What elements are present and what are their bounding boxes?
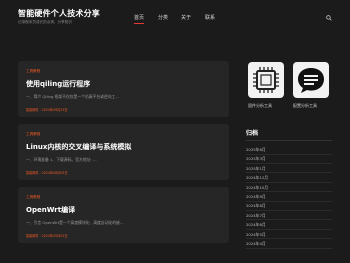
post-excerpt: 一、引言 OpenWrt是一个高度模块化、高度自动化的嵌… [26,220,124,225]
nav-item-home[interactable]: 首页 [134,14,145,24]
widget-label[interactable]: 固件分析工具 [248,103,272,109]
post-category[interactable]: 工具教程 [26,195,40,200]
divider [246,172,332,174]
post-title[interactable]: 使用qiling运行程序 [26,79,90,89]
divider [246,191,332,193]
archive-title: 归档 [246,130,259,137]
divider [246,210,332,211]
divider [246,219,332,221]
divider [246,228,332,230]
widget-label[interactable]: 配置分析工具 [293,103,317,109]
archive-item[interactable]: 2024年4月 [246,241,332,247]
site-header: 智能硬件个人技术分享 记录程序员成长的点滴，分享知识 首页 分类 关于 联系 [0,0,350,36]
divider [246,181,332,183]
site-title[interactable]: 智能硬件个人技术分享 [18,8,100,19]
archive-item[interactable]: 2025年3月 [246,156,332,162]
post-title[interactable]: Linux内核的交叉编译与系统模拟 [26,142,131,152]
nav-item-contact[interactable]: 联系 [205,14,215,21]
post-meta: 智能硬件 · 2024年08月05日 [26,171,68,175]
archive-item[interactable]: 2024年6月 [246,222,332,228]
divider [246,163,332,164]
divider [246,238,332,240]
post-meta: 智能硬件 · 2024年05月01日 [26,234,68,238]
archive-item[interactable]: 2025年1月 [246,166,332,172]
divider [246,247,332,249]
post-title[interactable]: OpenWrt编译 [26,205,75,215]
archive-item[interactable]: 2024年5月 [246,232,332,238]
archive-item[interactable]: 2024年9月 [246,194,332,200]
post-card[interactable]: 工具教程 使用qiling运行程序 一、简介 Qiling 框架不仅仅是一个仿真… [18,61,229,117]
post-card[interactable]: 工具教程 Linux内核的交叉编译与系统模拟 一、环境准备 1、下载源码。官方地… [18,124,229,180]
divider [246,140,332,141]
post-excerpt: 一、简介 Qiling 框架不仅仅是一个仿真平台或逆向工… [26,94,120,99]
post-category[interactable]: 工具教程 [26,132,40,137]
widget-firmware-tool[interactable] [248,62,284,98]
archive-item[interactable]: 2025年6月 [246,147,332,153]
site-subtitle: 记录程序员成长的点滴，分享知识 [18,20,72,24]
post-meta: 智能硬件 · 2024年09月23日 [26,108,68,112]
archive-item[interactable]: 2024年7月 [246,213,332,219]
chip-icon [253,67,279,93]
chat-icon [298,68,324,93]
divider [246,153,332,155]
nav-item-categories[interactable]: 分类 [158,14,168,21]
archive-item[interactable]: 2024年10月 [246,185,332,191]
archive-item[interactable]: 2024年12月 [246,175,332,181]
search-icon[interactable] [326,15,332,21]
nav-item-about[interactable]: 关于 [181,14,191,21]
post-category[interactable]: 工具教程 [26,69,40,74]
post-card[interactable]: 工具教程 OpenWrt编译 一、引言 OpenWrt是一个高度模块化、高度自动… [18,187,229,243]
archive-item[interactable]: 2024年8月 [246,203,332,209]
post-excerpt: 一、环境准备 1、下载源码。官方地址: … [26,157,97,162]
widget-config-tool[interactable] [293,62,329,98]
divider [246,200,332,202]
